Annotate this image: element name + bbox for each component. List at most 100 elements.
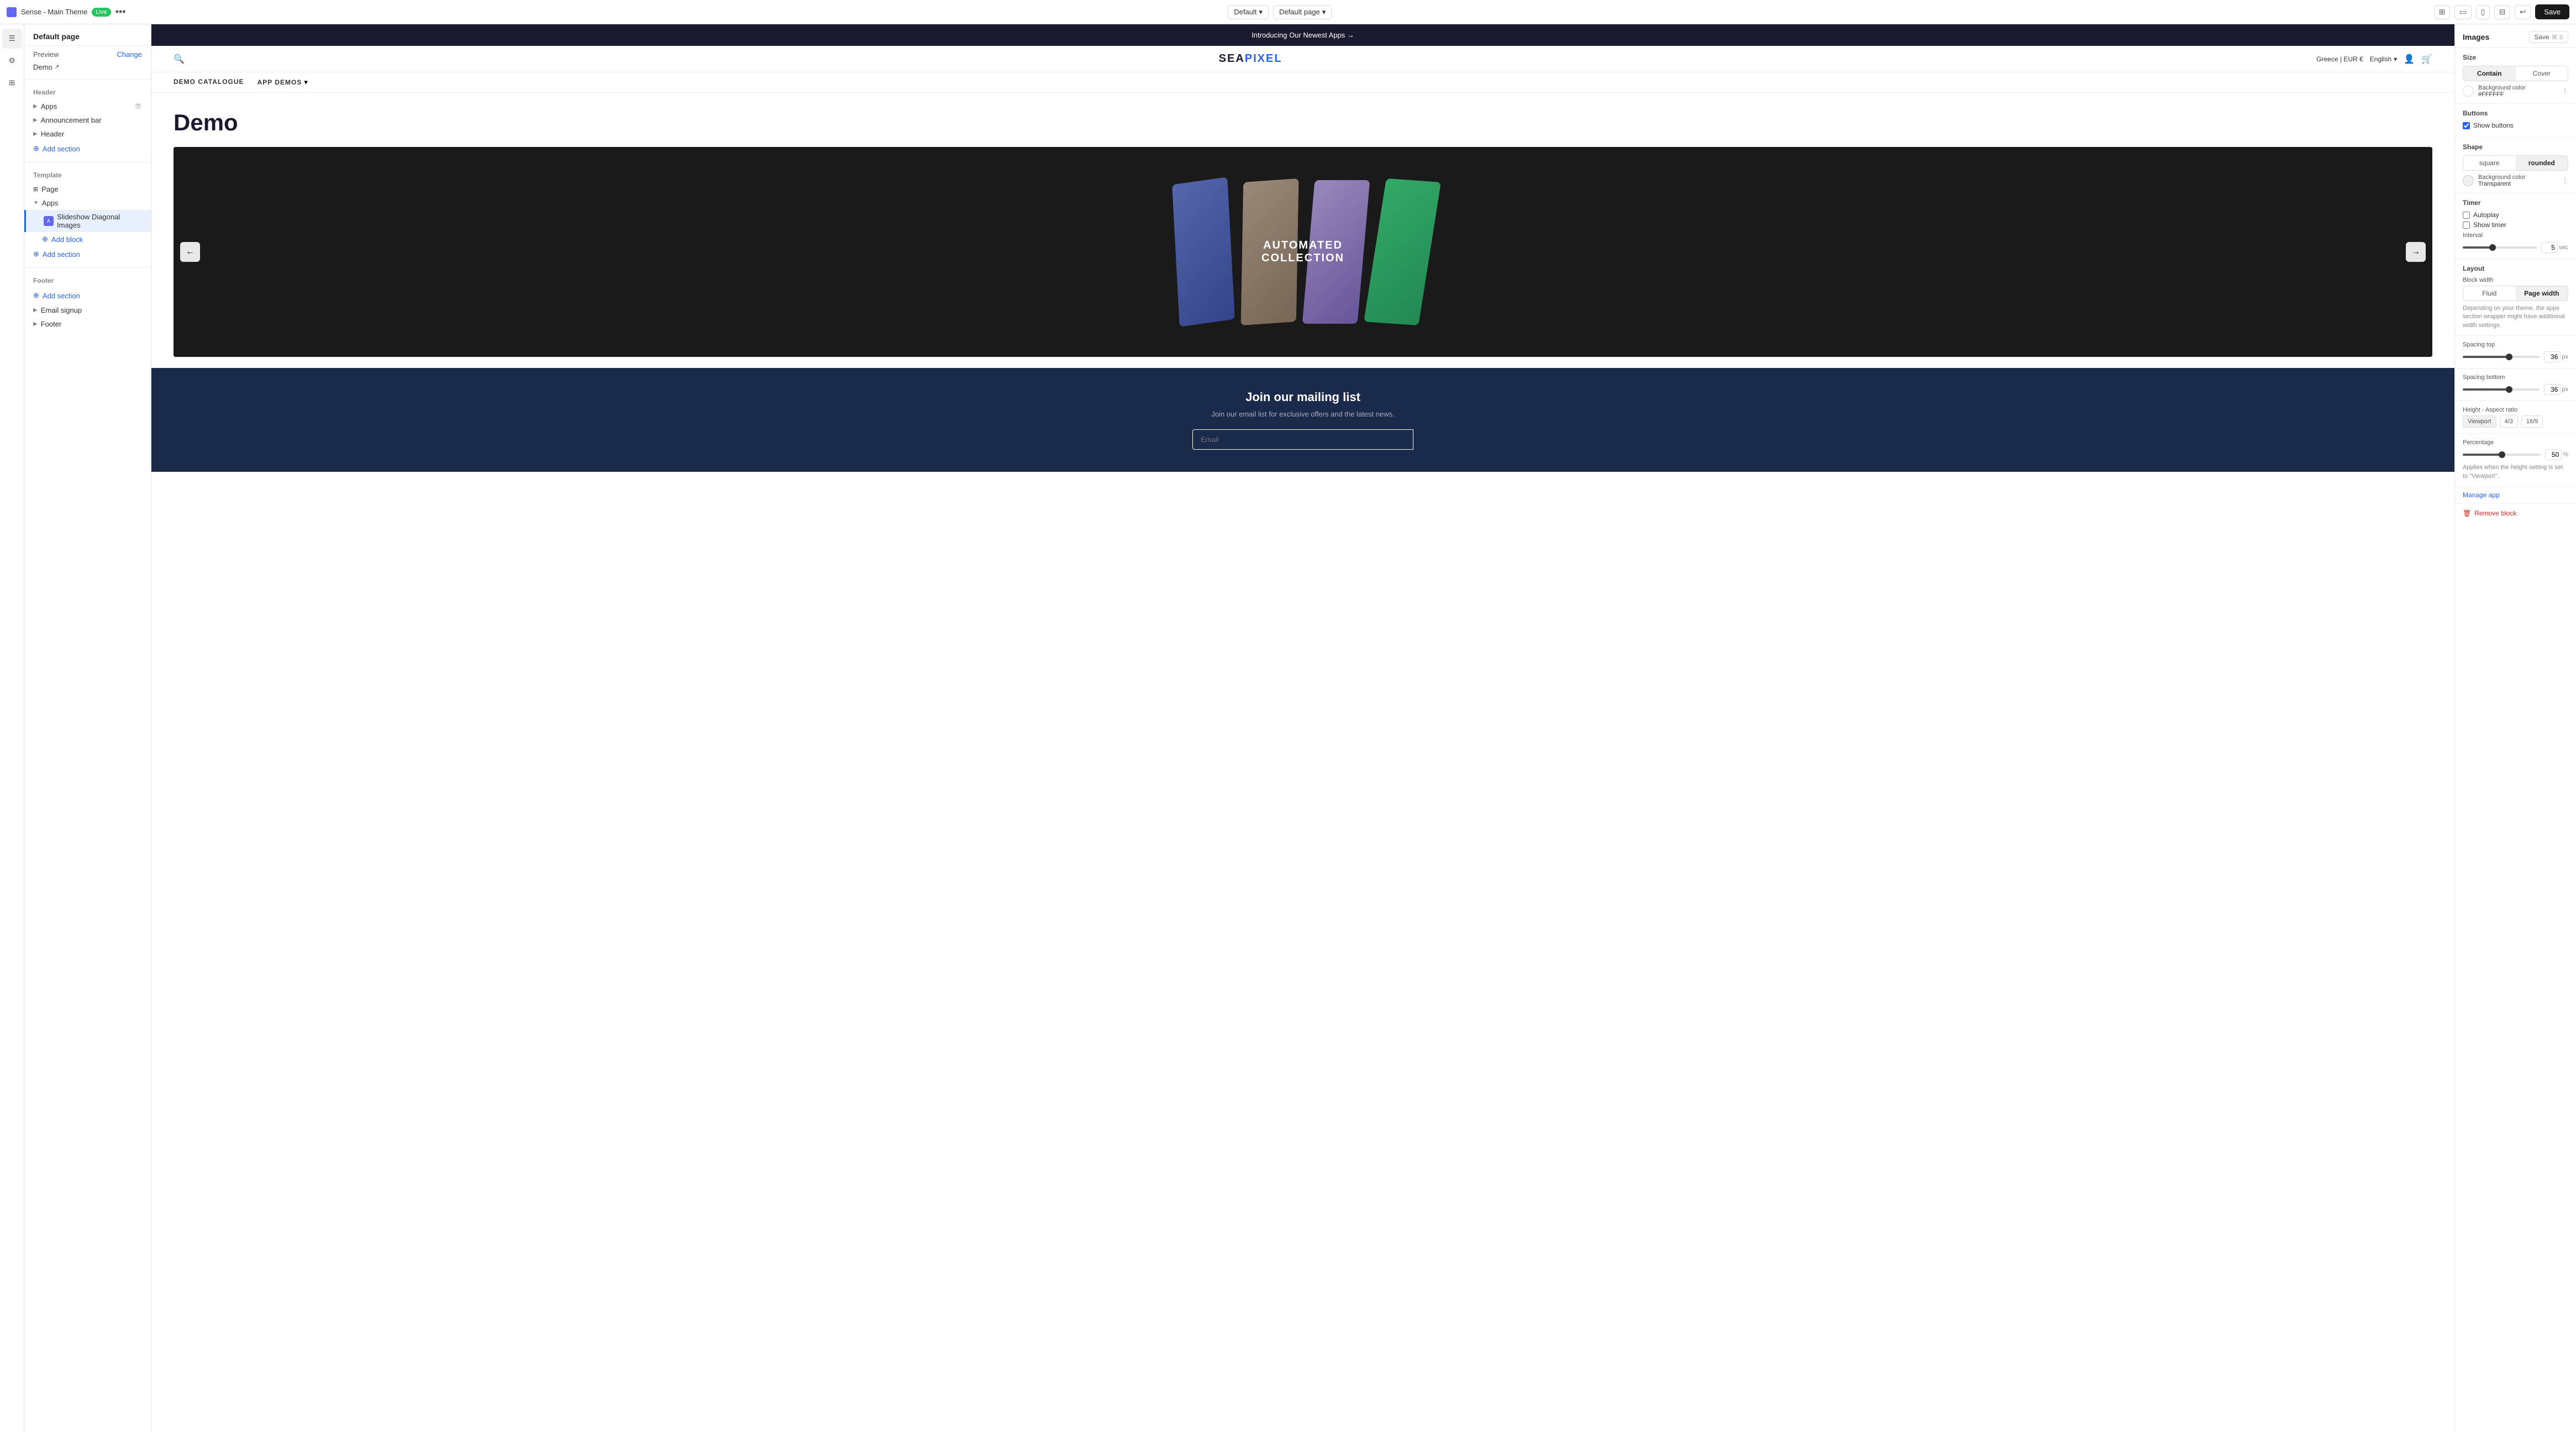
plus-icon: ⊕	[42, 235, 48, 244]
contain-button[interactable]: Contain	[2463, 66, 2516, 81]
nav-app-demos[interactable]: APP DEMOS ▾	[257, 78, 308, 87]
bg-color-swatch[interactable]	[2463, 86, 2474, 97]
tablet-icon[interactable]: ▭	[2454, 5, 2472, 19]
right-save-button[interactable]: Save ⌘ S	[2529, 31, 2568, 43]
undo-button[interactable]: ↩	[2515, 5, 2531, 19]
size-section: Size Contain Cover Background color #FFF…	[2455, 48, 2576, 104]
sidebar-item-header[interactable]: ▶ Header	[24, 127, 151, 141]
save-button[interactable]: Save	[2535, 4, 2569, 19]
collection-label: AUTOMATED COLLECTION	[1261, 239, 1344, 265]
grid-icon[interactable]: ⊟	[2494, 5, 2510, 19]
rounded-button[interactable]: rounded	[2516, 156, 2568, 170]
store-header: 🔍 SEAPIXEL Greece | EUR € English ▾ 👤 🛒	[151, 46, 2454, 72]
add-block-button[interactable]: ⊕ Add block	[24, 232, 151, 246]
square-button[interactable]: square	[2463, 156, 2516, 170]
size-title: Size	[2463, 54, 2568, 61]
percentage-slider-row: %	[2463, 449, 2568, 460]
demo-label: Demo	[33, 63, 52, 71]
chevron-down-icon: ▾	[2394, 55, 2397, 63]
add-section-template-button[interactable]: ⊕ Add section	[24, 246, 151, 262]
sections-icon[interactable]: ☰	[2, 29, 22, 49]
show-timer-checkbox[interactable]	[2463, 222, 2470, 229]
spacing-top-input[interactable]	[2544, 351, 2561, 362]
account-icon[interactable]: 👤	[2404, 54, 2415, 65]
locale-selector[interactable]: Greece | EUR €	[2316, 55, 2363, 63]
spacing-top-slider-row: px	[2463, 351, 2568, 362]
spacing-top-slider[interactable]	[2463, 356, 2540, 358]
remove-block-label: Remove block	[2474, 509, 2516, 517]
slideshow-next-button[interactable]: →	[2406, 242, 2426, 262]
bg-color-value: #FFFFFF	[2478, 91, 2526, 98]
spacing-bottom-value-group: px	[2544, 384, 2568, 395]
apps-icon[interactable]: ⊞	[2, 73, 22, 93]
announcement-label: Announcement bar	[41, 116, 102, 124]
interval-label: Interval	[2463, 232, 2568, 239]
spacing-bottom-thumb[interactable]	[2506, 386, 2512, 393]
mobile-icon[interactable]: ▯	[2476, 5, 2490, 19]
live-badge: Live	[92, 8, 111, 17]
autoplay-row: Autoplay	[2463, 211, 2568, 219]
add-section-footer-button[interactable]: ⊕ Add section	[24, 288, 151, 303]
percentage-fill	[2463, 454, 2502, 456]
interval-input[interactable]	[2541, 242, 2558, 253]
topbar-left: Sense - Main Theme Live •••	[7, 6, 126, 18]
default-dropdown[interactable]: Default ▾	[1228, 5, 1269, 19]
default-label: Default	[1234, 8, 1257, 16]
email-input[interactable]	[1192, 429, 1413, 450]
sidebar-item-email-signup[interactable]: ▶ Email signup	[24, 303, 151, 317]
percentage-input[interactable]	[2545, 449, 2562, 460]
icon-sidebar: ☰ ⚙ ⊞	[0, 24, 24, 1432]
settings-icon[interactable]: ⚙	[2, 51, 22, 71]
viewport-button[interactable]: Viewport	[2463, 415, 2496, 428]
nav-demo-catalogue[interactable]: DEMO CATALOGUE	[174, 78, 244, 87]
remove-block-button[interactable]: 🗑 Remove block	[2455, 504, 2576, 523]
right-panel-header: Images Save ⌘ S	[2455, 24, 2576, 48]
chevron-right-icon: ▶	[33, 117, 38, 123]
sidebar-item-apps-header[interactable]: ▶ Apps 👁	[24, 99, 151, 113]
layout-note: Depending on your theme, the apps sectio…	[2463, 304, 2568, 330]
percentage-value-group: %	[2545, 449, 2568, 460]
spacing-bottom-slider[interactable]	[2463, 388, 2540, 391]
app-icon	[7, 7, 17, 17]
app-block-icon: A	[44, 216, 54, 226]
change-button[interactable]: Change	[117, 50, 142, 59]
announcement-bar: Introducing Our Newest Apps →	[151, 24, 2454, 46]
desktop-icon[interactable]: ⊞	[2434, 5, 2450, 19]
cover-button[interactable]: Cover	[2516, 66, 2568, 81]
percentage-slider[interactable]	[2463, 454, 2541, 456]
percentage-note: Applies when the height setting is set t…	[2463, 464, 2568, 481]
search-icon[interactable]: 🔍	[174, 54, 185, 65]
autoplay-checkbox[interactable]	[2463, 212, 2470, 219]
fluid-button[interactable]: Fluid	[2463, 286, 2516, 301]
btn-bg-color-row: Background color Transparent ⋮	[2463, 174, 2568, 187]
sidebar-item-page[interactable]: ⊞ Page	[24, 182, 151, 196]
chevron-down-icon: ▾	[304, 78, 308, 87]
sidebar-item-slideshow[interactable]: A Slideshow Diagonal Images	[24, 210, 151, 232]
slideshow-prev-button[interactable]: ←	[180, 242, 200, 262]
language-selector[interactable]: English ▾	[2370, 55, 2397, 63]
page-dropdown[interactable]: Default page ▾	[1273, 5, 1332, 19]
sidebar-item-apps-template[interactable]: ▼ Apps	[24, 196, 151, 210]
percentage-thumb[interactable]	[2499, 451, 2505, 458]
interval-slider-thumb[interactable]	[2489, 244, 2496, 251]
ratio-4-3-button[interactable]: 4/3	[2500, 415, 2518, 428]
page-width-button[interactable]: Page width	[2516, 286, 2568, 301]
chevron-right-icon: ▶	[33, 131, 38, 137]
topbar-right: ⊞ ▭ ▯ ⊟ ↩ Save	[2434, 4, 2569, 19]
show-buttons-checkbox[interactable]	[2463, 122, 2470, 129]
sidebar-item-footer[interactable]: ▶ Footer	[24, 317, 151, 331]
spacing-bottom-section: Spacing bottom px	[2455, 368, 2576, 401]
btn-bg-color-swatch[interactable]	[2463, 175, 2474, 186]
page-title-header: Default page	[24, 24, 151, 46]
more-menu-button[interactable]: •••	[115, 6, 126, 18]
cart-icon[interactable]: 🛒	[2421, 54, 2432, 65]
manage-app-link[interactable]: Manage app	[2455, 487, 2576, 504]
spacing-top-thumb[interactable]	[2506, 354, 2512, 360]
ratio-16-9-button[interactable]: 16/9	[2521, 415, 2543, 428]
spacing-bottom-input[interactable]	[2544, 384, 2561, 395]
buttons-title: Buttons	[2463, 109, 2568, 117]
sidebar-item-announcement[interactable]: ▶ Announcement bar	[24, 113, 151, 127]
add-section-header-button[interactable]: ⊕ Add section	[24, 141, 151, 156]
interval-slider[interactable]	[2463, 246, 2537, 249]
canvas-inner: Introducing Our Newest Apps → 🔍 SEAPIXEL…	[151, 24, 2454, 1432]
